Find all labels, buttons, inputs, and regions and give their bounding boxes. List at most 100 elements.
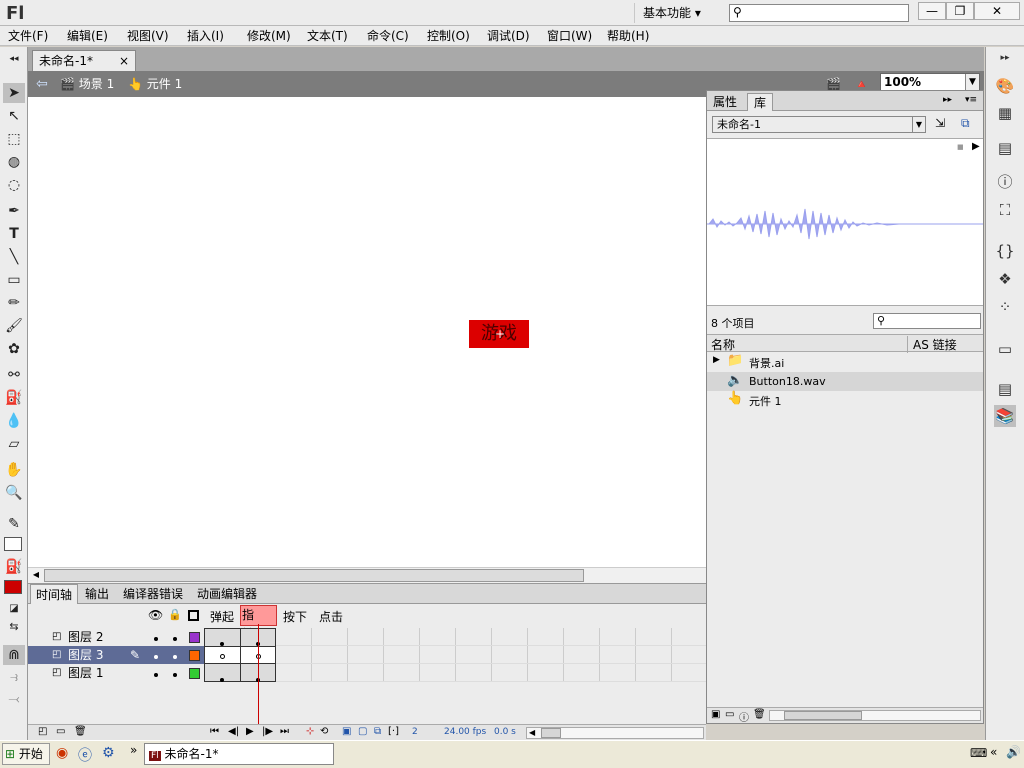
first-frame-icon[interactable]: ⏮ [210, 726, 219, 737]
chevron-down-icon[interactable]: ▼ [965, 74, 979, 90]
step-forward-icon[interactable]: |▶ [262, 726, 273, 737]
project-icon[interactable]: ▭ [994, 338, 1016, 360]
stroke-color-icon[interactable]: ✎ [3, 514, 25, 534]
rectangle-tool-icon[interactable]: ▭ [3, 270, 25, 290]
fill-color-swatch[interactable] [4, 580, 22, 594]
components-icon[interactable]: ❖ [994, 268, 1016, 290]
3d-rotation-tool-icon[interactable]: ◍ [3, 152, 25, 172]
scroll-left-icon[interactable]: ◀ [30, 570, 42, 582]
expand-icon[interactable]: ▸▸ [943, 95, 952, 105]
onion-skin-icon[interactable]: ▣ [342, 726, 351, 737]
subselection-tool-icon[interactable]: ↖ [3, 106, 25, 126]
scroll-thumb[interactable] [541, 728, 561, 738]
new-library-panel-icon[interactable]: ⧉ [961, 116, 970, 131]
tab-timeline[interactable]: 时间轴 [30, 584, 79, 604]
loop-icon[interactable]: ⟲ [320, 726, 328, 737]
step-back-icon[interactable]: ◀| [228, 726, 239, 737]
frame-label-over[interactable]: 指针... [240, 605, 277, 641]
transform-icon[interactable]: ⛶ [994, 199, 1016, 221]
zoom-select[interactable]: 100% ▼ [880, 73, 980, 91]
outline-icon[interactable] [188, 610, 199, 621]
menu-file[interactable]: 文件(F) [8, 26, 48, 46]
frame-row[interactable] [204, 628, 706, 646]
tab-output[interactable]: 输出 [80, 584, 114, 604]
layer-color-swatch[interactable] [189, 668, 200, 679]
pencil-tool-icon[interactable]: ✏ [3, 293, 25, 313]
library-item-sound[interactable]: 🔈 Button18.wav [707, 372, 983, 391]
pen-tool-icon[interactable]: ✒ [3, 201, 25, 221]
volume-icon[interactable]: 🔊 [1006, 745, 1021, 759]
new-symbol-icon[interactable]: ▣ [711, 709, 720, 720]
stage-horizontal-scrollbar[interactable]: ◀ [28, 567, 706, 583]
library-horizontal-scrollbar[interactable] [769, 710, 981, 721]
keyboard-icon[interactable]: ⌨ [970, 746, 987, 760]
player-icon[interactable]: ⚙ [102, 745, 115, 761]
delete-icon[interactable]: 🗑 [753, 709, 766, 720]
start-button[interactable]: ⊞ 开始 [2, 743, 50, 765]
onion-outline-icon[interactable]: ▢ [358, 726, 367, 737]
text-tool-icon[interactable]: T [3, 224, 25, 244]
minimize-button[interactable]: — [918, 2, 946, 20]
panel-menu-icon[interactable]: ▾≡ [965, 95, 977, 105]
eraser-tool-icon[interactable]: ▱ [3, 434, 25, 454]
stroke-color-swatch[interactable] [4, 537, 22, 551]
default-colors-icon[interactable]: ◪ [3, 599, 25, 619]
center-frame-icon[interactable]: ⊹ [306, 726, 314, 737]
straighten-icon[interactable]: ⤙ [3, 689, 25, 709]
bone-tool-icon[interactable]: ⚯ [3, 365, 25, 385]
collapse-icon[interactable]: ◂◂ [3, 49, 25, 69]
deco-tool-icon[interactable]: ✿ [3, 339, 25, 359]
free-transform-tool-icon[interactable]: ⬚ [3, 129, 25, 149]
more-icon[interactable]: » [130, 743, 137, 757]
layer-row[interactable]: ◰ 图层 2 [28, 628, 204, 646]
menu-help[interactable]: 帮助(H) [607, 26, 649, 46]
help-search-input[interactable]: ⚲ [729, 4, 909, 22]
breadcrumb-symbol[interactable]: 👆 元件 1 [128, 76, 182, 92]
color-palette-icon[interactable]: 🎨 [994, 75, 1016, 97]
restore-button[interactable]: ❐ [946, 2, 974, 20]
library-item-symbol[interactable]: 👆 元件 1 [707, 391, 983, 410]
paint-bucket-tool-icon[interactable]: ⛽ [3, 388, 25, 408]
menu-debug[interactable]: 调试(D) [487, 26, 530, 46]
playhead[interactable] [258, 624, 259, 724]
fill-color-icon[interactable]: ⛽ [3, 557, 25, 577]
document-tab[interactable]: 未命名-1* × [32, 50, 136, 71]
new-folder-icon[interactable]: ▭ [56, 726, 65, 737]
scroll-left-icon[interactable]: ◀ [529, 728, 535, 737]
show-hide-icon[interactable]: 👁 [148, 608, 163, 622]
new-folder-icon[interactable]: ▭ [725, 709, 734, 720]
close-tab-icon[interactable]: × [119, 51, 129, 71]
taskbar-window-button[interactable]: Fl 未命名-1* [144, 743, 334, 765]
line-tool-icon[interactable]: ╲ [3, 247, 25, 267]
properties-panel-icon[interactable]: ▤ [994, 378, 1016, 400]
expand-arrow-icon[interactable]: ▶ [713, 355, 720, 365]
layer-color-swatch[interactable] [189, 632, 200, 643]
tab-library[interactable]: 库 [747, 93, 774, 111]
menu-control[interactable]: 控制(O) [427, 26, 470, 46]
delete-icon[interactable]: 🗑 [74, 726, 87, 737]
layer-row[interactable]: ◰ 图层 3 ✎ [28, 646, 204, 664]
menu-commands[interactable]: 命令(C) [367, 26, 409, 46]
tab-properties[interactable]: 属性 [707, 93, 743, 111]
current-frame[interactable]: 2 [412, 727, 418, 737]
tab-compiler-errors[interactable]: 编译器错误 [118, 584, 188, 604]
timeline-horizontal-scrollbar[interactable]: ◀ [526, 727, 704, 739]
properties-icon[interactable]: ⓘ [739, 709, 749, 724]
frame-rate[interactable]: 24.00 fps [444, 727, 486, 737]
snap-to-objects-icon[interactable]: ⋒ [3, 645, 25, 665]
stage[interactable] [28, 97, 706, 583]
swatches-icon[interactable]: ▦ [994, 102, 1016, 124]
column-name[interactable]: 名称 [711, 336, 735, 353]
modify-markers-icon[interactable]: [·] [388, 726, 399, 737]
collapse-icon[interactable]: ▸▸ [994, 47, 1016, 69]
scroll-thumb[interactable] [784, 711, 862, 720]
menu-text[interactable]: 文本(T) [307, 26, 348, 46]
stage-game-button[interactable]: 游戏 + [469, 320, 529, 348]
menu-modify[interactable]: 修改(M) [247, 26, 291, 46]
workspace-switcher[interactable]: 基本功能 ▾ [634, 3, 716, 23]
edit-multiple-frames-icon[interactable]: ⧉ [374, 726, 381, 737]
back-arrow-icon[interactable]: ⇦ [36, 76, 48, 92]
library-search-input[interactable]: ⚲ [873, 313, 981, 329]
last-frame-icon[interactable]: ⏭ [280, 726, 289, 737]
breadcrumb-scene[interactable]: 🎬 场景 1 [60, 76, 114, 92]
